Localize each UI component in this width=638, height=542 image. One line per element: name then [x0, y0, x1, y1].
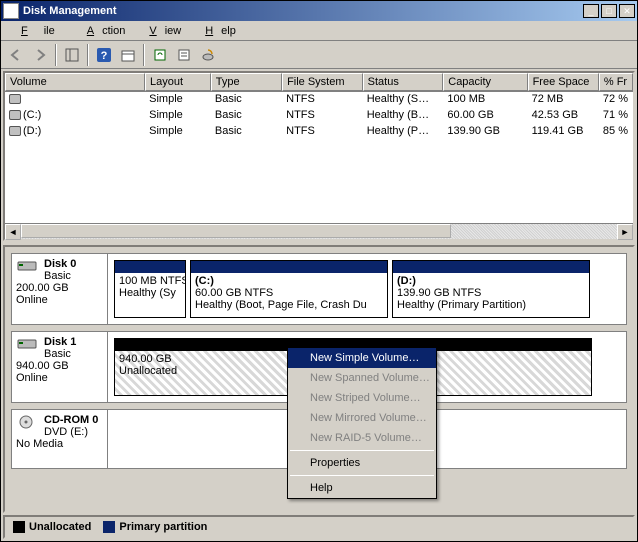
menu-bar: File Action View Help — [1, 21, 637, 41]
partition[interactable]: (D:)139.90 GB NTFSHealthy (Primary Parti… — [392, 260, 590, 318]
legend-primary: Primary partition — [103, 521, 207, 533]
h-scrollbar[interactable]: ◄ ► — [5, 223, 633, 239]
partition-color-bar — [115, 261, 185, 273]
disk-info: Disk 1Basic940.00 GBOnline — [12, 332, 108, 402]
settings-button[interactable] — [173, 44, 195, 66]
disk-info: CD-ROM 0DVD (E:)No Media — [12, 410, 108, 468]
col-volume[interactable]: Volume — [5, 73, 145, 91]
maximize-button[interactable]: □ — [601, 4, 617, 18]
table-row[interactable]: SimpleBasicNTFSHealthy (S…100 MB72 MB72 … — [5, 92, 633, 108]
col-type[interactable]: Type — [211, 73, 282, 91]
rescan-button[interactable] — [197, 44, 219, 66]
disk-row: Disk 0Basic200.00 GBOnline100 MB NTFSHea… — [11, 253, 627, 325]
menu-item: New RAID-5 Volume… — [288, 428, 436, 448]
menu-view[interactable]: View — [133, 23, 189, 39]
toolbar: ? — [1, 41, 637, 69]
col-pct[interactable]: % Fr — [599, 73, 633, 91]
partition[interactable]: (C:)60.00 GB NTFSHealthy (Boot, Page Fil… — [190, 260, 388, 318]
partition-area: 100 MB NTFSHealthy (Sy(C:)60.00 GB NTFSH… — [108, 254, 626, 324]
disk-graphical-view: Disk 0Basic200.00 GBOnline100 MB NTFSHea… — [3, 245, 635, 513]
volume-name: (D:) — [5, 124, 145, 140]
refresh-button[interactable] — [149, 44, 171, 66]
scroll-left-button[interactable]: ◄ — [5, 224, 21, 240]
partition-color-bar — [191, 261, 387, 273]
menu-help[interactable]: Help — [189, 23, 244, 39]
minimize-button[interactable]: _ — [583, 4, 599, 18]
menu-item-help[interactable]: Help — [288, 478, 436, 498]
volume-list: Volume Layout Type File System Status Ca… — [3, 71, 635, 241]
menu-item: New Mirrored Volume… — [288, 408, 436, 428]
menu-item[interactable]: New Simple Volume… — [288, 348, 436, 368]
context-menu: New Simple Volume…New Spanned Volume…New… — [287, 347, 437, 499]
menu-action[interactable]: Action — [71, 23, 134, 39]
volume-name: (C:) — [5, 108, 145, 124]
disk-info: Disk 0Basic200.00 GBOnline — [12, 254, 108, 324]
cdrom-icon — [16, 414, 40, 430]
volume-icon — [9, 110, 21, 120]
menu-file[interactable]: File — [5, 23, 71, 39]
partition-color-bar — [393, 261, 589, 273]
volume-name — [5, 92, 145, 108]
partition[interactable]: 100 MB NTFSHealthy (Sy — [114, 260, 186, 318]
svg-text:?: ? — [101, 50, 108, 62]
table-row[interactable]: (C:)SimpleBasicNTFSHealthy (B…60.00 GB42… — [5, 108, 633, 124]
col-capacity[interactable]: Capacity — [443, 73, 527, 91]
forward-button[interactable] — [29, 44, 51, 66]
menu-item-properties[interactable]: Properties — [288, 453, 436, 473]
menu-item: New Striped Volume… — [288, 388, 436, 408]
back-button[interactable] — [5, 44, 27, 66]
scroll-right-button[interactable]: ► — [617, 224, 633, 240]
window-title: Disk Management — [23, 5, 583, 17]
col-fs[interactable]: File System — [282, 73, 363, 91]
close-button[interactable]: ✕ — [619, 4, 635, 18]
table-row[interactable]: (D:)SimpleBasicNTFSHealthy (P…139.90 GB1… — [5, 124, 633, 140]
title-bar: Disk Management _ □ ✕ — [1, 1, 637, 21]
col-free[interactable]: Free Space — [528, 73, 599, 91]
props-button[interactable] — [117, 44, 139, 66]
menu-item: New Spanned Volume… — [288, 368, 436, 388]
legend-unallocated: Unallocated — [13, 521, 91, 533]
disk-icon — [16, 258, 40, 274]
legend: Unallocated Primary partition — [3, 515, 635, 539]
disk-icon — [16, 336, 40, 352]
app-icon — [3, 3, 19, 19]
help-button[interactable]: ? — [93, 44, 115, 66]
column-headers: Volume Layout Type File System Status Ca… — [5, 73, 633, 92]
volume-icon — [9, 126, 21, 136]
col-layout[interactable]: Layout — [145, 73, 211, 91]
volume-icon — [9, 94, 21, 104]
col-status[interactable]: Status — [363, 73, 444, 91]
show-hide-button[interactable] — [61, 44, 83, 66]
scroll-thumb[interactable] — [21, 224, 451, 238]
